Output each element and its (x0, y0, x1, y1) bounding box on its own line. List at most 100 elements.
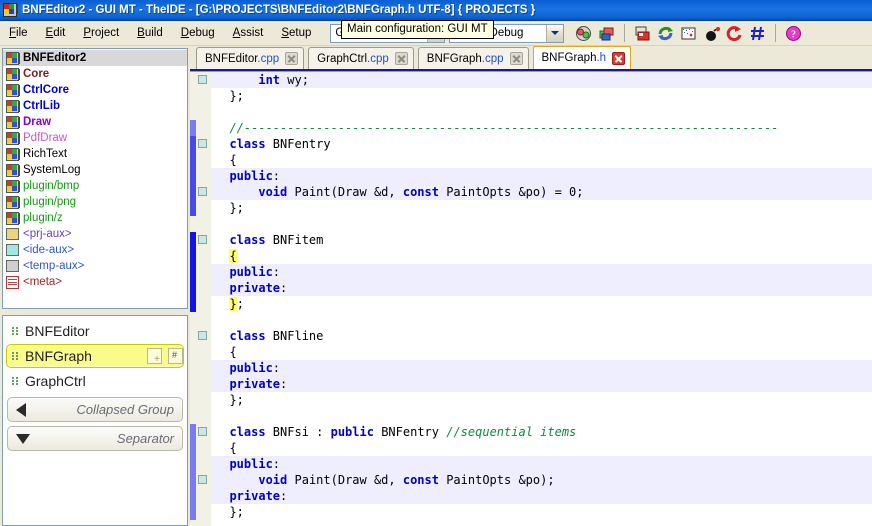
code-line[interactable]: { (211, 344, 872, 360)
code-line[interactable]: }; (211, 296, 872, 312)
package-tree-item[interactable]: plugin/bmp (3, 178, 187, 194)
code-line[interactable]: }; (211, 504, 872, 520)
code-line[interactable]: private: (211, 488, 872, 504)
menu-project[interactable]: Project (75, 24, 127, 42)
code-line[interactable]: { (211, 248, 872, 264)
collapsed-group-row[interactable]: Collapsed Group (7, 397, 183, 422)
close-icon[interactable] (510, 52, 523, 65)
hash-file-icon[interactable] (168, 348, 183, 364)
editor-tab[interactable]: BNFGraph.h (533, 45, 632, 69)
close-icon[interactable] (285, 52, 298, 65)
package-tree-item[interactable]: CtrlLib (3, 98, 187, 114)
code-line[interactable]: class BNFline (211, 328, 872, 344)
drag-handle-icon[interactable] (12, 377, 19, 386)
reset-icon[interactable] (724, 23, 745, 43)
code-line[interactable]: //--------------------------------------… (211, 120, 872, 136)
package-tree-item[interactable]: Core (3, 66, 187, 82)
fold-marker-icon[interactable] (198, 331, 207, 340)
code-line[interactable]: class BNFsi : public BNFentry //sequenti… (211, 424, 872, 440)
code-line[interactable]: int wy; (211, 72, 872, 88)
package-tree-item[interactable]: Draw (3, 114, 187, 130)
package-tree-item[interactable]: plugin/z (3, 210, 187, 226)
close-icon[interactable] (395, 52, 408, 65)
package-tree-item[interactable]: RichText (3, 146, 187, 162)
code-line[interactable]: public: (211, 264, 872, 280)
package-icon (6, 116, 19, 129)
code-line[interactable]: }; (211, 392, 872, 408)
code-line[interactable]: void Paint(Draw &d, const PaintOpts &po)… (211, 184, 872, 200)
menu-file[interactable]: File (1, 24, 36, 42)
code-editor[interactable]: int wy; }; //---------------------------… (190, 71, 872, 526)
build-and-run-icon[interactable] (596, 23, 617, 43)
editor-tab[interactable]: GraphCtrl.cpp (308, 47, 414, 69)
menu-setup[interactable]: Setup (273, 24, 319, 42)
editor-tab[interactable]: BNFEditor.cpp (196, 47, 304, 69)
code-line[interactable]: public: (211, 456, 872, 472)
code-text: { (215, 153, 237, 167)
menu-edit[interactable]: Edit (38, 24, 74, 42)
package-tree-item[interactable]: BNFEditor2 (3, 50, 187, 66)
code-text: : (273, 457, 280, 471)
code-line[interactable]: private: (211, 376, 872, 392)
package-tree-item[interactable]: <temp-aux> (3, 258, 187, 274)
triangle-left-icon[interactable] (16, 403, 26, 417)
package-icon (6, 212, 19, 225)
package-tree-item[interactable]: <meta> (3, 274, 187, 290)
add-file-icon[interactable] (147, 348, 162, 364)
package-tree-item[interactable]: plugin/png (3, 194, 187, 210)
code-text-area[interactable]: int wy; }; //---------------------------… (211, 72, 872, 526)
code-line[interactable]: { (211, 440, 872, 456)
file-list-item[interactable]: GraphCtrl (6, 369, 184, 393)
code-line[interactable]: }; (211, 200, 872, 216)
code-line[interactable]: public: (211, 360, 872, 376)
close-icon[interactable] (612, 52, 625, 65)
package-tree-item[interactable]: <ide-aux> (3, 242, 187, 258)
code-line[interactable]: class BNFentry (211, 136, 872, 152)
editor-tab[interactable]: BNFGraph.cpp (418, 47, 529, 69)
rebuild-icon[interactable] (655, 23, 676, 43)
code-line[interactable]: { (211, 152, 872, 168)
file-list-item[interactable]: BNFEditor (6, 319, 184, 343)
stop-build-icon[interactable] (632, 23, 653, 43)
menu-debug[interactable]: Debug (173, 24, 223, 42)
fold-marker-icon[interactable] (198, 427, 207, 436)
aux-folder-icon (6, 228, 19, 240)
code-line[interactable]: }; (211, 88, 872, 104)
fold-marker-icon[interactable] (198, 187, 207, 196)
code-line[interactable]: void Paint(Draw &d, const PaintOpts &po)… (211, 472, 872, 488)
triangle-down-icon[interactable] (16, 434, 30, 444)
fold-marker-icon[interactable] (198, 139, 207, 148)
file-list[interactable]: BNFEditorBNFGraphGraphCtrl Collapsed Grou… (2, 315, 188, 526)
package-tree-item[interactable]: SystemLog (3, 162, 187, 178)
fold-marker-icon[interactable] (198, 75, 207, 84)
help-icon[interactable]: ? (783, 23, 804, 43)
menu-assist[interactable]: Assist (225, 24, 272, 42)
separator-row[interactable]: Separator (7, 426, 183, 451)
package-tree[interactable]: BNFEditor2CoreCtrlCoreCtrlLibDrawPdfDraw… (2, 48, 188, 309)
hash-icon[interactable] (747, 23, 768, 43)
drag-handle-icon[interactable] (12, 327, 19, 336)
code-line[interactable]: class BNFitem (211, 232, 872, 248)
code-line[interactable]: public: (211, 168, 872, 184)
menu-file-rest: ile (16, 27, 28, 39)
code-line[interactable]: private: (211, 280, 872, 296)
menu-build[interactable]: Build (129, 24, 171, 42)
package-tree-item[interactable]: <prj-aux> (3, 226, 187, 242)
code-keyword: private (215, 489, 280, 503)
fold-marker-icon[interactable] (198, 475, 207, 484)
fold-marker-icon[interactable] (198, 235, 207, 244)
package-tree-item[interactable]: PdfDraw (3, 130, 187, 146)
fold-gutter[interactable] (196, 72, 211, 526)
chevron-down-icon[interactable] (546, 25, 563, 42)
file-list-item[interactable]: BNFGraph (6, 344, 184, 368)
code-keyword: private (215, 281, 280, 295)
bomb-icon[interactable] (701, 23, 722, 43)
code-line[interactable] (211, 312, 872, 328)
code-line[interactable] (211, 408, 872, 424)
drag-handle-icon[interactable] (12, 352, 19, 361)
package-tree-item[interactable]: CtrlCore (3, 82, 187, 98)
code-line[interactable] (211, 216, 872, 232)
clean-icon[interactable] (678, 23, 699, 43)
build-and-debug-icon[interactable] (573, 23, 594, 43)
code-line[interactable] (211, 104, 872, 120)
